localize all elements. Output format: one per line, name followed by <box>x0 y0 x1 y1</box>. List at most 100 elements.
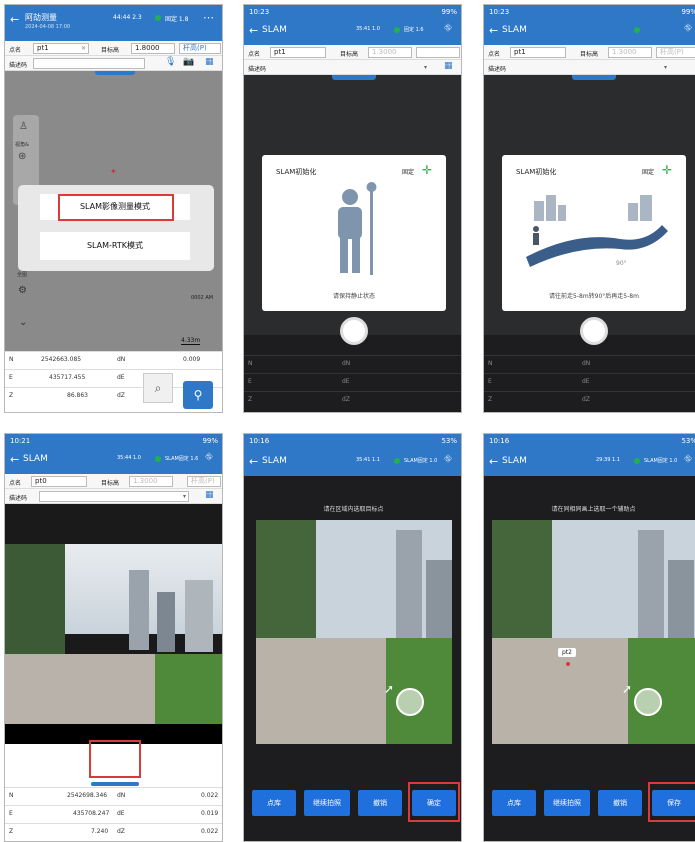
photo-view[interactable]: pt2 ➚ <box>492 520 695 744</box>
collapse-icon[interactable]: ⌄ <box>19 317 27 328</box>
satellite-status[interactable]: 44:44 2.3 <box>113 14 142 21</box>
target-height-input[interactable]: 1.3000 <box>129 476 173 487</box>
device-icon[interactable]: ⛗ <box>444 454 452 465</box>
grid-icon[interactable]: ▦ <box>444 61 453 71</box>
back-icon[interactable]: ← <box>249 24 258 37</box>
continue-capture-button[interactable]: 继续拍照 <box>304 790 350 816</box>
satellite-status[interactable]: 29:39 1.1 <box>596 457 620 463</box>
mic-icon[interactable]: 🎙 <box>165 57 176 67</box>
instruction-text: 请在区域内选取目标点 <box>323 506 384 513</box>
target-height-input[interactable]: 1.8000 <box>131 43 175 54</box>
title-bar: ← SLAM 35:41 1.0 固定 1.6 ⛗ <box>244 19 461 43</box>
point-library-button[interactable]: 点库 <box>252 790 296 816</box>
grid-icon[interactable]: ▦ <box>205 490 214 500</box>
target-height-input[interactable]: 1.3000 <box>368 47 412 58</box>
locate-button[interactable]: ⌕ <box>143 373 173 403</box>
device-icon[interactable]: ⛗ <box>684 23 692 34</box>
pull-tab[interactable] <box>572 75 616 80</box>
z-label: Z <box>248 396 253 403</box>
satellite-status[interactable]: 35:44 1.0 <box>117 455 141 461</box>
fix-status[interactable]: SLAM固定 1.0 <box>404 457 437 464</box>
shutter-button[interactable] <box>580 317 608 345</box>
pull-tab[interactable] <box>91 782 139 786</box>
desc-label: 描述码 <box>248 66 267 73</box>
camera-icon[interactable]: 📷 <box>183 57 194 67</box>
point-library-button[interactable]: 点库 <box>492 790 536 816</box>
satellite-status[interactable]: 35:41 1.1 <box>356 457 380 463</box>
grid-icon[interactable]: ▦ <box>205 57 214 67</box>
trees-left <box>5 544 65 654</box>
magnifier-icon[interactable] <box>396 688 424 716</box>
fix-indicator-icon <box>394 458 400 464</box>
fix-status[interactable]: 固定 1.6 <box>404 26 424 33</box>
back-icon[interactable]: ← <box>249 455 258 468</box>
point-name-input[interactable]: pt1 <box>510 47 566 58</box>
desc-input[interactable] <box>39 491 189 502</box>
screen-title: SLAM <box>502 25 527 35</box>
screen-slam-init-walk: 10:23 99% ← SLAM ⛗ 点名 pt1 目标高 1.3000 杆高(… <box>483 4 695 413</box>
compass-icon[interactable]: ⊛ <box>18 151 26 162</box>
survey-point-button[interactable]: ⚲ <box>183 381 213 409</box>
point-row: 点名 pt0 目标高 1.3000 杆高(P) <box>5 474 222 489</box>
point-name-input[interactable]: pt0 <box>31 476 87 487</box>
dn-value: 0.009 <box>183 356 201 363</box>
dz-value: 0.022 <box>201 828 219 835</box>
standing-person-icon <box>338 182 377 275</box>
undo-button[interactable]: 撤销 <box>598 790 642 816</box>
shutter-button[interactable] <box>340 317 368 345</box>
building <box>129 570 149 650</box>
measure-mode-select[interactable]: 杆高(P) <box>187 476 221 487</box>
device-icon[interactable]: ⛗ <box>444 23 452 34</box>
magnifier-icon[interactable] <box>634 688 662 716</box>
point-row: 点名 pt1 ✕ 目标高 1.8000 杆高(P) <box>5 41 222 56</box>
point-row: 点名 pt1 目标高 1.3000 <box>244 45 461 60</box>
pull-tab[interactable] <box>332 75 376 80</box>
status-bar: 10:21 99% <box>5 434 222 448</box>
title-bar: ← SLAM 35:41 1.1 SLAM固定 1.0 ⛗ <box>244 450 461 474</box>
point-name-input[interactable]: pt1 <box>270 47 326 58</box>
device-icon[interactable]: ⛗ <box>205 452 213 463</box>
photo-view[interactable]: ➚ <box>256 520 452 744</box>
target-height-input[interactable]: 1.3000 <box>608 47 652 58</box>
satellite-status[interactable]: 35:41 1.0 <box>356 26 380 32</box>
de-value: 0.019 <box>201 810 219 817</box>
measure-mode-select[interactable]: 杆高(P) <box>656 47 695 58</box>
n-label: N <box>488 360 493 367</box>
measure-mode-select[interactable] <box>416 47 460 58</box>
screen-title: SLAM <box>502 456 527 466</box>
e-label: E <box>488 378 492 385</box>
back-icon[interactable]: ← <box>489 455 498 468</box>
device-icon[interactable]: ⛗ <box>684 454 692 465</box>
clock: 10:21 <box>10 437 31 445</box>
continue-capture-button[interactable]: 继续拍照 <box>544 790 590 816</box>
fix-status[interactable]: SLAM固定 1.6 <box>165 455 198 462</box>
dropdown-icon[interactable]: ▾ <box>424 64 427 71</box>
north-value: 2542698.346 <box>67 792 108 799</box>
fix-status[interactable]: 固定 1.8 <box>165 14 188 23</box>
undo-button[interactable]: 撤销 <box>358 790 402 816</box>
pull-tab[interactable] <box>95 71 135 75</box>
layer-settings-icon[interactable]: ⚙ <box>18 285 27 296</box>
back-icon[interactable]: ← <box>489 24 498 37</box>
dropdown-icon[interactable]: ▾ <box>183 493 186 500</box>
coordinate-panel: N 2542698.346 dN 0.022 E 435708.247 dE 0… <box>5 787 222 841</box>
clear-icon[interactable]: ✕ <box>81 45 86 52</box>
target-height-label: 目标高 <box>340 51 359 58</box>
full-map-label[interactable]: 全图 <box>17 271 27 278</box>
back-icon[interactable]: ← <box>10 453 19 466</box>
desc-input[interactable] <box>33 58 145 69</box>
title-bar: ← SLAM ⛗ <box>484 19 695 43</box>
person-icon[interactable]: ♙ <box>19 121 28 132</box>
fix-status[interactable]: SLAM固定 1.0 <box>644 457 677 464</box>
point-name-label: 点名 <box>9 47 22 54</box>
battery: 53% <box>681 437 695 445</box>
highlight-box <box>58 194 174 221</box>
more-icon[interactable]: ⋯ <box>203 11 214 24</box>
camera-view[interactable] <box>5 504 222 744</box>
dropdown-icon[interactable]: ▾ <box>664 64 667 71</box>
measure-mode-select[interactable]: 杆高(P) <box>179 43 221 54</box>
mode-option-slam-rtk[interactable]: SLAM-RTK模式 <box>40 232 190 260</box>
screen-title: SLAM <box>262 25 287 35</box>
back-icon[interactable]: ← <box>10 13 19 26</box>
z-label: Z <box>488 396 493 403</box>
